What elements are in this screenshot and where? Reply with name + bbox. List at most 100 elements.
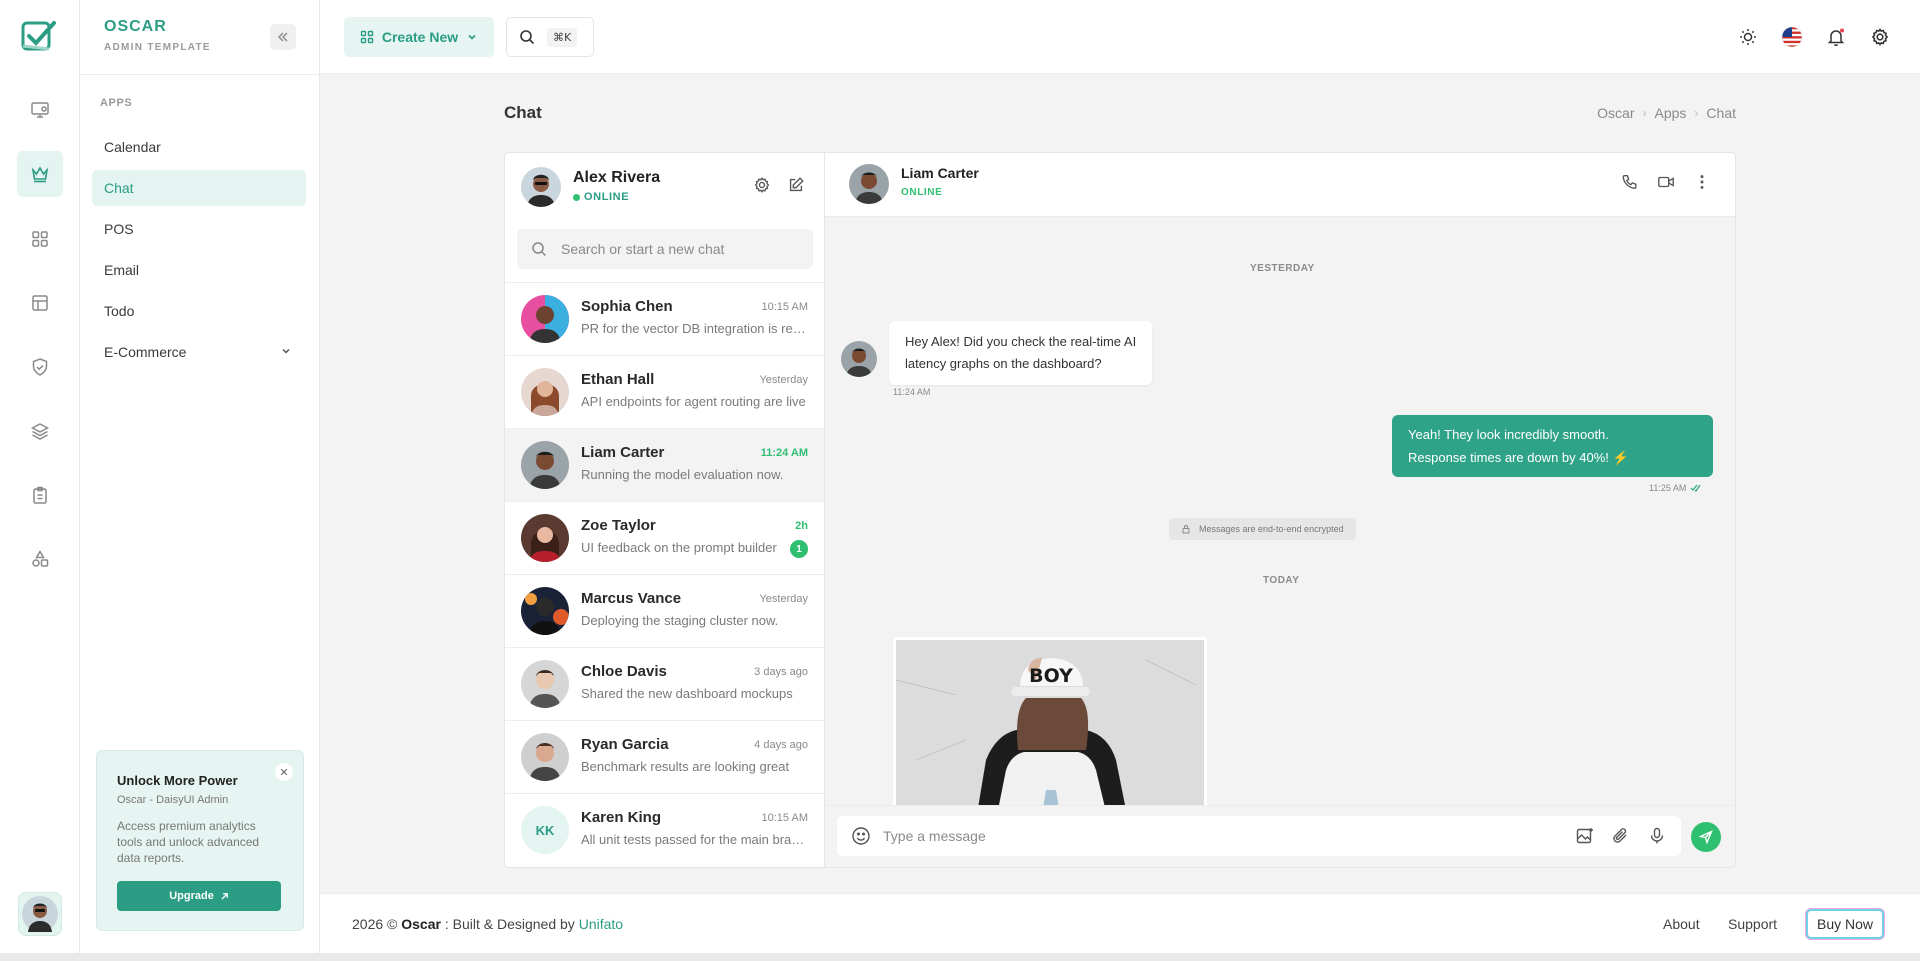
page-title: Chat bbox=[504, 103, 542, 122]
monitor-icon[interactable] bbox=[17, 87, 63, 133]
cap-text: BOY bbox=[1029, 665, 1073, 687]
apps-grid-icon[interactable] bbox=[17, 216, 63, 262]
contact-name: Marcus Vance bbox=[581, 590, 682, 607]
contact-preview: Shared the new dashboard mockups bbox=[581, 686, 793, 701]
sidebar-item-email[interactable]: Email bbox=[92, 252, 306, 288]
contact-preview: PR for the vector DB integration is read… bbox=[581, 321, 807, 336]
contact-name: Ryan Garcia bbox=[581, 736, 669, 753]
conversation-header: Liam Carter ONLINE bbox=[825, 153, 1735, 217]
message-input[interactable]: Type a message bbox=[837, 816, 1681, 856]
avatar[interactable] bbox=[521, 167, 561, 207]
sun-icon[interactable] bbox=[1736, 25, 1760, 49]
photo-illustration: BOY bbox=[896, 640, 1204, 805]
contact-time: 10:15 AM bbox=[761, 301, 808, 313]
more-vertical-icon[interactable] bbox=[1693, 173, 1711, 191]
close-icon[interactable]: ✕ bbox=[275, 763, 293, 781]
message-composer: Type a message bbox=[825, 805, 1735, 867]
sidebar-item-todo[interactable]: Todo bbox=[92, 293, 306, 329]
footer-link-about[interactable]: About bbox=[1663, 916, 1700, 932]
topbar: Create New ⌘K bbox=[320, 0, 1920, 74]
collapse-sidebar-button[interactable] bbox=[270, 24, 296, 50]
contact-item[interactable]: Chloe Davis 3 days ago Shared the new da… bbox=[505, 647, 824, 720]
contact-item[interactable]: Marcus Vance Yesterday Deploying the sta… bbox=[505, 574, 824, 647]
message-line: Hey Alex! Did you check the real-time AI bbox=[905, 334, 1137, 349]
upgrade-button[interactable]: Upgrade bbox=[117, 881, 281, 911]
avatar-initials: KK bbox=[521, 806, 569, 854]
shapes-icon[interactable] bbox=[17, 536, 63, 582]
search-shortcut: ⌘K bbox=[547, 27, 578, 47]
bell-icon[interactable] bbox=[1824, 25, 1848, 49]
contact-item[interactable]: Ryan Garcia 4 days ago Benchmark results… bbox=[505, 720, 824, 793]
apps-grid-icon bbox=[360, 30, 374, 44]
arrow-up-right-icon bbox=[221, 892, 228, 900]
day-separator: YESTERDAY bbox=[1250, 263, 1315, 274]
phone-icon[interactable] bbox=[1621, 173, 1639, 191]
outgoing-message: Yeah! They look incredibly smooth. Respo… bbox=[1392, 415, 1713, 477]
conversation-status: ONLINE bbox=[901, 187, 943, 198]
contact-time: 11:24 AM bbox=[760, 447, 808, 459]
contact-item-selected[interactable]: Liam Carter 11:24 AM Running the model e… bbox=[505, 428, 824, 501]
contact-time: 2h bbox=[795, 520, 808, 532]
sidebar-item-chat[interactable]: Chat bbox=[92, 170, 306, 206]
current-user: Alex Rivera ONLINE bbox=[521, 165, 813, 209]
logo-icon[interactable] bbox=[20, 18, 58, 56]
message-line: Yeah! They look incredibly smooth. bbox=[1408, 427, 1609, 442]
message-list: YESTERDAY Hey Alex! Did you check the re… bbox=[825, 217, 1735, 805]
footer-company-link[interactable]: Unifato bbox=[579, 916, 623, 932]
video-call-icon[interactable] bbox=[1657, 173, 1675, 191]
search-button[interactable]: ⌘K bbox=[506, 17, 594, 57]
contact-search-input[interactable]: Search or start a new chat bbox=[517, 229, 813, 269]
layers-icon[interactable] bbox=[17, 408, 63, 454]
brand: OSCAR ADMIN TEMPLATE bbox=[104, 18, 211, 53]
footer-link-support[interactable]: Support bbox=[1728, 916, 1777, 932]
avatar[interactable] bbox=[849, 164, 889, 204]
paperclip-icon[interactable] bbox=[1611, 826, 1631, 846]
clipboard-icon[interactable] bbox=[17, 472, 63, 518]
crown-icon[interactable] bbox=[17, 151, 63, 197]
user-avatar[interactable] bbox=[18, 892, 62, 936]
contact-preview: Running the model evaluation now. bbox=[581, 467, 784, 482]
gear-icon[interactable] bbox=[753, 176, 771, 194]
sidebar-item-pos[interactable]: POS bbox=[92, 211, 306, 247]
contact-preview: API endpoints for agent routing are live bbox=[581, 394, 806, 409]
contact-name: Karen King bbox=[581, 809, 662, 826]
create-new-button[interactable]: Create New bbox=[344, 17, 494, 57]
send-button[interactable] bbox=[1691, 822, 1721, 852]
breadcrumb-item-apps[interactable]: Apps bbox=[1655, 105, 1687, 121]
promo-title: Unlock More Power bbox=[117, 773, 238, 788]
sidebar-item-label: Email bbox=[104, 262, 140, 278]
contact-time: 4 days ago bbox=[754, 739, 808, 751]
sidebar-item-calendar[interactable]: Calendar bbox=[92, 129, 306, 165]
avatar bbox=[521, 441, 569, 489]
chevron-right-icon: › bbox=[1694, 106, 1699, 120]
promo-subtitle: Oscar - DaisyUI Admin bbox=[117, 794, 229, 806]
contact-preview: Deploying the staging cluster now. bbox=[581, 613, 779, 628]
gear-icon[interactable] bbox=[1868, 25, 1892, 49]
image-upload-icon[interactable] bbox=[1575, 826, 1595, 846]
message-time: 11:24 AM bbox=[893, 387, 931, 397]
microphone-icon[interactable] bbox=[1647, 826, 1667, 846]
contact-item[interactable]: Sophia Chen 10:15 AM PR for the vector D… bbox=[505, 282, 824, 355]
us-flag-icon[interactable] bbox=[1780, 25, 1804, 49]
avatar bbox=[521, 368, 569, 416]
contact-name: Ethan Hall bbox=[581, 371, 655, 388]
contact-name: Liam Carter bbox=[581, 444, 665, 461]
contact-item[interactable]: Ethan Hall Yesterday API endpoints for a… bbox=[505, 355, 824, 428]
brand-subtitle: ADMIN TEMPLATE bbox=[104, 42, 211, 53]
avatar bbox=[521, 587, 569, 635]
emoji-icon[interactable] bbox=[851, 826, 871, 846]
incoming-message: Hey Alex! Did you check the real-time AI… bbox=[889, 321, 1153, 385]
image-message[interactable]: BOY bbox=[893, 637, 1207, 805]
contact-item[interactable]: KK Karen King 10:15 AM All unit tests pa… bbox=[505, 793, 824, 866]
buy-now-button[interactable]: Buy Now bbox=[1806, 909, 1884, 939]
shield-check-icon[interactable] bbox=[17, 344, 63, 390]
contact-item[interactable]: Zoe Taylor 2h UI feedback on the prompt … bbox=[505, 501, 824, 574]
edit-icon[interactable] bbox=[787, 176, 805, 194]
sidebar-item-ecommerce[interactable]: E-Commerce bbox=[92, 334, 306, 370]
sidebar-divider bbox=[80, 74, 320, 75]
day-separator: TODAY bbox=[1263, 575, 1300, 586]
layout-icon[interactable] bbox=[17, 280, 63, 326]
message-placeholder: Type a message bbox=[883, 828, 986, 844]
breadcrumb-item-oscar[interactable]: Oscar bbox=[1597, 105, 1634, 121]
search-icon bbox=[532, 242, 547, 257]
